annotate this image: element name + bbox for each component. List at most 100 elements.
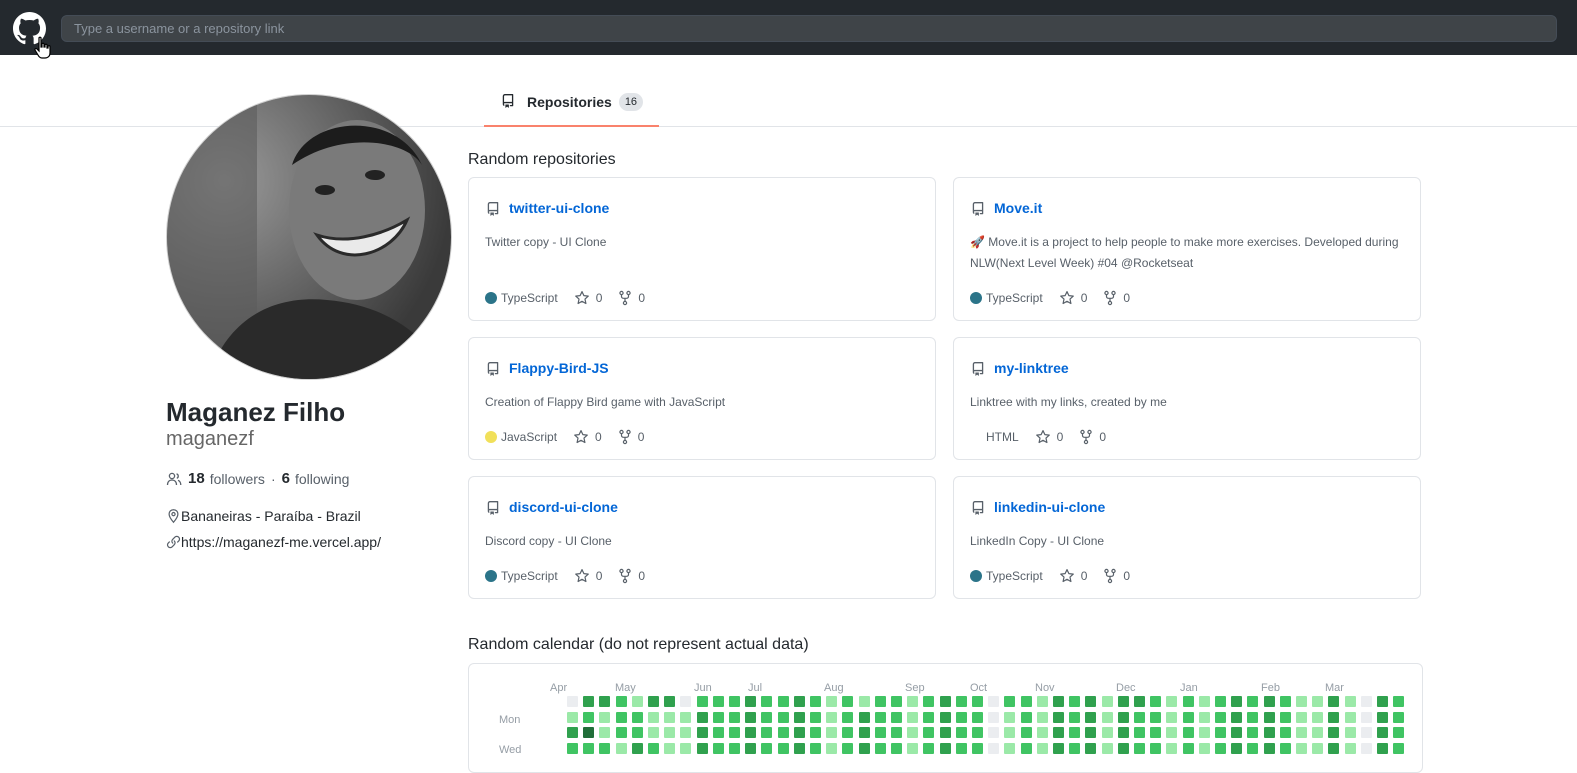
repo-card[interactable]: discord-ui-clone Discord copy - UI Clone T…	[468, 476, 936, 599]
language-color-dot	[970, 431, 982, 443]
repo-book-icon	[487, 202, 499, 216]
calendar-day-cell	[648, 696, 659, 707]
forks-count: 0	[638, 569, 646, 583]
repo-language: JavaScript	[501, 430, 558, 444]
repo-name-link[interactable]: my-linktree	[994, 360, 1069, 376]
followers-link[interactable]: followers	[210, 471, 265, 487]
repo-book-icon	[972, 501, 984, 515]
repo-forks[interactable]: 0	[1103, 290, 1130, 306]
profile-website: https://maganezf-me.vercel.app/	[166, 534, 381, 550]
repo-stars[interactable]: 0	[1059, 290, 1087, 306]
repo-stars[interactable]: 0	[574, 290, 602, 306]
repo-card[interactable]: Move.it 🚀 Move.it is a project to help pe…	[953, 177, 1421, 321]
repo-card[interactable]: my-linktree Linktree with my links, creat…	[953, 337, 1421, 460]
calendar-day-cell	[939, 727, 951, 738]
tab-repositories[interactable]: Repositories 16	[484, 83, 659, 127]
calendar-day-cell	[648, 727, 659, 738]
calendar-day-cell	[1360, 742, 1372, 754]
calendar-day-cell	[1053, 711, 1064, 723]
star-icon	[1059, 291, 1074, 305]
calendar-day-cell	[1296, 742, 1307, 754]
repo-name-link[interactable]: linkedin-ui-clone	[994, 499, 1105, 515]
calendar-day-cell	[1020, 696, 1032, 707]
calendar-day-cell	[1053, 696, 1064, 707]
search-input[interactable]	[61, 15, 1557, 42]
forks-count: 0	[1099, 430, 1107, 444]
calendar-day-cell	[664, 727, 676, 738]
calendar-day-cell	[793, 711, 805, 723]
calendar-day-cell	[1004, 727, 1016, 738]
calendar-day-cell	[1134, 742, 1145, 754]
calendar-day-cell	[664, 742, 676, 754]
website-link[interactable]: https://maganezf-me.vercel.app/	[181, 534, 381, 550]
calendar-day-cell	[1279, 742, 1291, 754]
calendar-day-cell	[939, 711, 951, 723]
repo-name-link[interactable]: twitter-ui-clone	[509, 200, 609, 216]
repo-name-link[interactable]: Flappy-Bird-JS	[509, 360, 609, 376]
calendar-day-cell	[1312, 742, 1324, 754]
repo-stars[interactable]: 0	[1035, 429, 1063, 445]
calendar-day-cell	[1296, 711, 1307, 723]
calendar-day-cell	[1247, 742, 1259, 754]
calendar-day-cell	[955, 742, 967, 754]
calendar-month-label: May	[615, 682, 636, 694]
calendar-day-cell	[826, 727, 838, 738]
profile-login: maganezf	[166, 428, 254, 450]
repo-forks[interactable]: 0	[1103, 568, 1130, 584]
repo-language: HTML	[986, 430, 1019, 444]
calendar-day-cell	[1279, 711, 1291, 723]
calendar-day-cell	[712, 696, 724, 707]
stars-count: 0	[595, 430, 602, 444]
calendar-day-cell	[729, 742, 740, 754]
calendar-day-cell	[842, 696, 854, 707]
repo-card[interactable]: Flappy-Bird-JS Creation of Flappy Bird ga…	[468, 337, 936, 460]
repo-forks[interactable]: 0	[618, 568, 645, 584]
calendar-day-cell	[1053, 742, 1064, 754]
repo-book-icon	[487, 362, 499, 376]
calendar-day-cell	[680, 727, 692, 738]
top-bar	[0, 0, 1577, 59]
calendar-day-cell	[891, 711, 902, 723]
calendar-day-cell	[1117, 742, 1129, 754]
calendar-day-cell	[583, 696, 595, 707]
forks-count: 0	[637, 430, 645, 444]
calendar-day-cell	[583, 711, 595, 723]
calendar-day-cell	[567, 711, 578, 723]
calendar-day-cell	[1263, 742, 1275, 754]
repo-forks[interactable]: 0	[618, 290, 645, 306]
calendar-day-cell	[826, 696, 838, 707]
calendar-day-cell	[826, 742, 838, 754]
repo-card[interactable]: twitter-ui-clone Twitter copy - UI Clone T…	[468, 177, 936, 321]
calendar-day-cell	[631, 742, 643, 754]
repo-forks[interactable]: 0	[618, 429, 645, 445]
calendar-day-cell	[1231, 696, 1243, 707]
calendar-day-cell	[729, 727, 740, 738]
repo-description: Discord copy - UI Clone	[485, 534, 612, 548]
calendar-month-label: Nov	[1035, 682, 1055, 694]
repo-forks[interactable]: 0	[1079, 429, 1106, 445]
calendar-day-cell	[1085, 711, 1097, 723]
repo-name-link[interactable]: Move.it	[994, 200, 1042, 216]
repo-stars[interactable]: 0	[1059, 568, 1087, 584]
calendar-day-cell	[1166, 742, 1178, 754]
calendar-day-cell	[972, 727, 983, 738]
calendar-day-cell	[761, 696, 773, 707]
repo-card[interactable]: linkedin-ui-clone LinkedIn Copy - UI Clon…	[953, 476, 1421, 599]
calendar-day-cell	[1279, 696, 1291, 707]
repo-footer: TypeScript 0 0	[485, 568, 645, 584]
repo-name-link[interactable]: discord-ui-clone	[509, 499, 618, 515]
calendar-day-cell	[939, 742, 951, 754]
calendar-day-cell	[712, 711, 724, 723]
repo-description: Creation of Flappy Bird game with JavaSc…	[485, 395, 726, 409]
calendar-day-cell	[1182, 742, 1194, 754]
following-link[interactable]: following	[295, 471, 349, 487]
calendar-day-cell	[907, 742, 919, 754]
calendar-day-cell	[1344, 742, 1356, 754]
repo-stars[interactable]: 0	[573, 429, 602, 445]
repo-stars[interactable]: 0	[574, 568, 602, 584]
people-icon	[166, 472, 182, 485]
calendar-day-cell	[761, 727, 773, 738]
repositories-count-badge: 16	[618, 93, 644, 111]
calendar-day-cell	[712, 727, 724, 738]
calendar-month-label: Mar	[1325, 682, 1344, 694]
